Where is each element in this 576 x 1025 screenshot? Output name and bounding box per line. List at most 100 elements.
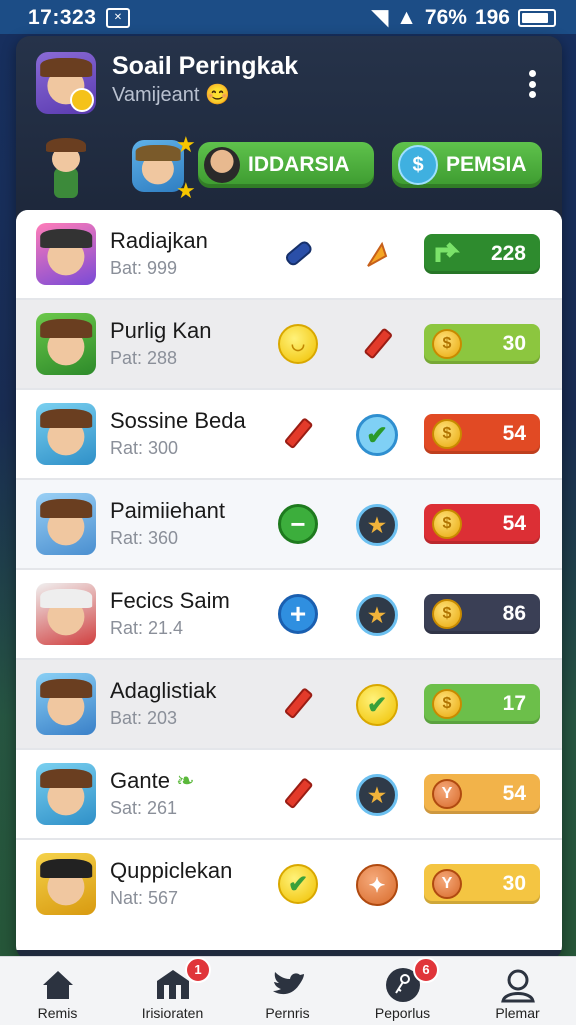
nav-item-remis[interactable]: Remis (0, 957, 115, 1025)
battery-item-icon (285, 241, 312, 266)
player-avatar (36, 583, 96, 645)
coin-icon: $ (432, 419, 462, 449)
leaderboard-panel: Soail Peringkak Vamijeant 😊 ★ ★ IDDARSIA… (16, 36, 562, 960)
list-item[interactable]: Adaglistiak Bat: 203 ✔ $17 (16, 660, 562, 750)
player-rating: Rat: 360 (110, 528, 179, 548)
signal-icon: ▲ (396, 5, 417, 29)
coin-icon: $ (432, 599, 462, 629)
player-avatar (36, 313, 96, 375)
score-badge: Y 30 (424, 864, 540, 904)
pencil-icon (364, 328, 392, 359)
status-time: 17:323 (28, 6, 97, 29)
page-subtitle: Vamijeant 😊 (112, 84, 230, 106)
player-avatar (36, 853, 96, 915)
pencil-icon (284, 688, 313, 719)
checkmark-icon: ✔ (356, 684, 398, 726)
more-menu-icon[interactable] (528, 70, 536, 98)
score-badge: $54 (424, 414, 540, 454)
tab-pemsia[interactable]: $ PEMSIA (392, 142, 542, 188)
player-avatar (36, 673, 96, 735)
player-rating: Bat: 999 (110, 258, 178, 278)
medal-icon: ★ (356, 774, 398, 816)
screenshot-icon: ✕ (106, 8, 130, 28)
wifi-icon: ◥ (371, 6, 389, 29)
profile-icon (500, 969, 535, 1003)
emoji-icon: 😊 (205, 84, 230, 106)
battery-percent: 76% (424, 5, 467, 29)
player-name: Adaglistiak (110, 678, 217, 703)
notification-badge: 1 (185, 957, 211, 983)
player-name: Purlig Kan (110, 318, 212, 343)
header-avatar[interactable] (36, 52, 96, 114)
list-item[interactable]: Quppiclekan Nat: 567 ✔ ✦ Y 30 (16, 840, 562, 928)
home-icon (42, 971, 73, 999)
player-name: Paimiiehant (110, 498, 225, 523)
player-name: Quppiclekan (110, 858, 233, 883)
leaderboard-header: Soail Peringkak Vamijeant 😊 ★ ★ IDDARSIA… (16, 36, 562, 226)
list-item[interactable]: Purlig Kan Pat: 288 ◡ $30 (16, 300, 562, 390)
medal-icon: ✦ (356, 864, 398, 906)
coin-icon: $ (432, 329, 462, 359)
bottom-navigation: Remis 1 Irisioraten Pernris 6 Peporlus P… (0, 956, 576, 1025)
medal-icon: ★ (356, 594, 398, 636)
page-title: Soail Peringkak (112, 52, 299, 80)
score-badge: $54 (424, 504, 540, 544)
coin-icon: $ (432, 689, 462, 719)
list-item[interactable]: Fecics Saim Rat: 21.4 + ★ $86 (16, 570, 562, 660)
score-badge: 228 (424, 234, 540, 274)
player-avatar (36, 403, 96, 465)
player-name: Fecics Saim (110, 588, 230, 613)
battery-icon (518, 8, 556, 27)
arrow-icon (435, 242, 460, 262)
player-rating: Sat: 261 (110, 798, 178, 818)
list-item[interactable]: Gante ❧ Sat: 261 ★ Y 54 (16, 750, 562, 840)
nav-item-irisioraten[interactable]: 1 Irisioraten (115, 957, 230, 1025)
list-item[interactable]: Radiajkan Bat: 999 228 (16, 210, 562, 300)
leaderboard-list: Radiajkan Bat: 999 228 Purlig Kan Pat: 2… (16, 210, 562, 950)
score-badge: Y 54 (424, 774, 540, 814)
mascot-icon (32, 134, 98, 204)
nav-item-pernris[interactable]: Pernris (230, 957, 345, 1025)
coin-icon: $ (432, 509, 462, 539)
player-rating: Pat: 288 (110, 348, 178, 368)
player-avatar (36, 493, 96, 555)
player-rating: Bat: 203 (110, 708, 178, 728)
score-badge: $86 (424, 594, 540, 634)
nav-item-plemar[interactable]: Plemar (460, 957, 575, 1025)
leaf-icon: ❧ (176, 768, 195, 793)
pencil-icon (284, 778, 313, 809)
status-bar: 17:323 ✕ ◥ ▲ 76% 196 (0, 0, 576, 34)
notification-badge: 6 (413, 957, 439, 983)
player-name: Sossine Beda (110, 408, 246, 433)
status-extra: 196 (474, 5, 510, 29)
medal-icon: ★ (356, 504, 398, 546)
nav-label: Remis (37, 1005, 78, 1021)
minus-icon: − (278, 504, 318, 544)
score-badge: $17 (424, 684, 540, 724)
list-item[interactable]: Paimiiehant Rat: 360 − ★ $54 (16, 480, 562, 570)
player-rating: Rat: 300 (110, 438, 179, 458)
player-avatar (36, 763, 96, 825)
bird-icon (272, 972, 304, 995)
nav-label: Irisioraten (141, 1005, 204, 1021)
player-name: Gante ❧ (110, 768, 195, 793)
nav-label: Pernris (265, 1005, 310, 1021)
rocket-icon (367, 241, 388, 267)
dollar-icon: $ (398, 145, 438, 185)
coin-icon: ◡ (278, 324, 318, 364)
player-avatar (36, 223, 96, 285)
checkmark-icon: ✔ (356, 414, 398, 456)
nav-label: Plemar (495, 1005, 540, 1021)
nav-item-peporlus[interactable]: 6 Peporlus (345, 957, 460, 1025)
tab-iddarsia[interactable]: IDDARSIA (198, 142, 374, 188)
player-rating: Rat: 21.4 (110, 618, 184, 638)
coin-icon: Y (432, 779, 462, 809)
star-icon: ★ (176, 132, 196, 157)
player-rating: Nat: 567 (110, 888, 179, 908)
coin-icon: Y (432, 869, 462, 899)
pencil-icon (284, 418, 313, 449)
plus-icon[interactable]: + (278, 594, 318, 634)
list-item[interactable]: Sossine Beda Rat: 300 ✔ $54 (16, 390, 562, 480)
score-badge: $30 (424, 324, 540, 364)
star-icon: ★ (176, 178, 196, 203)
